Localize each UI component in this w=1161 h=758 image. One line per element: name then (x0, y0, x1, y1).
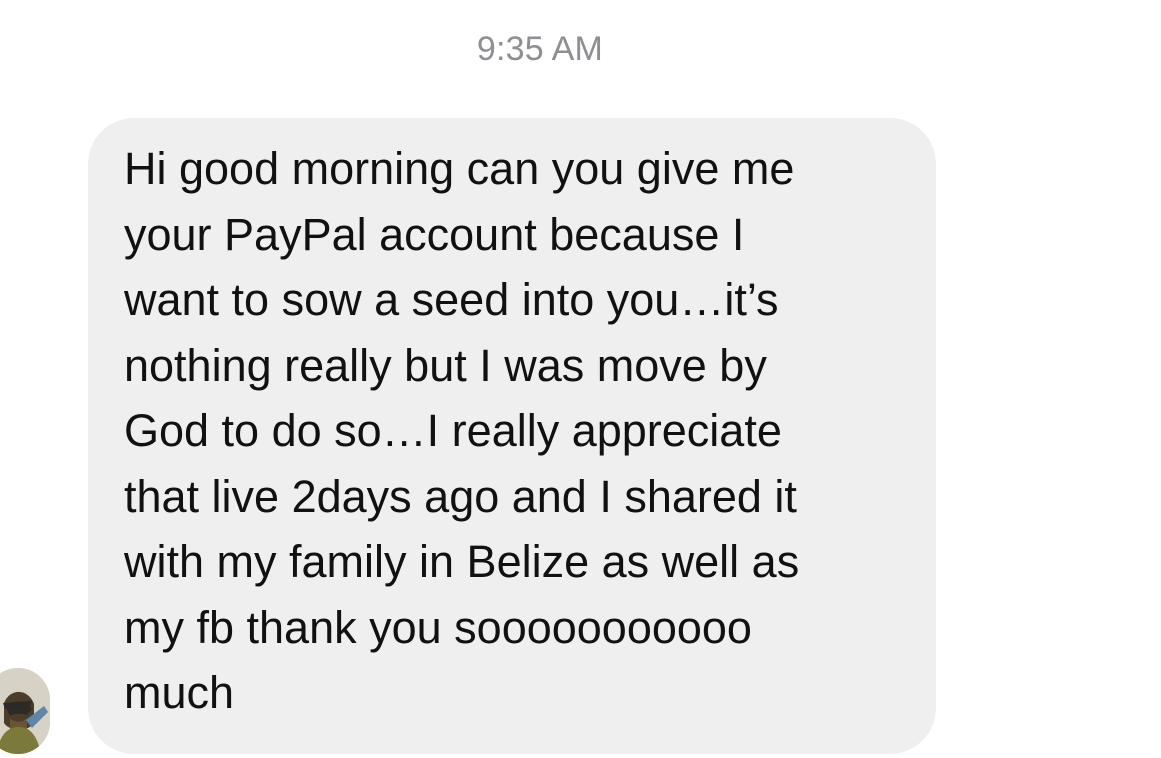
chat-thread: 9:35 AM Hi good morning can you give me … (0, 0, 1161, 758)
message-timestamp: 9:35 AM (476, 30, 604, 68)
incoming-message-row: Hi good morning can you give me your Pay… (0, 118, 1161, 754)
user-avatar-photo-icon (0, 668, 50, 754)
message-text: Hi good morning can you give me your Pay… (124, 143, 800, 718)
sender-avatar[interactable] (0, 668, 50, 754)
incoming-message-bubble[interactable]: Hi good morning can you give me your Pay… (88, 118, 936, 754)
